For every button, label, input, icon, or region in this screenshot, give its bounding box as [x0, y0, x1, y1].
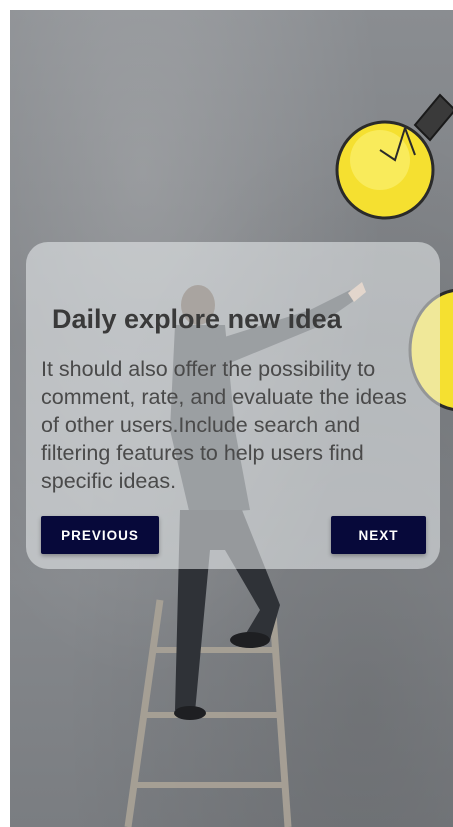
- onboarding-title: Daily explore new idea: [52, 304, 342, 334]
- previous-button[interactable]: PREVIOUS: [41, 516, 159, 554]
- next-button[interactable]: NEXT: [331, 516, 426, 554]
- light-bulb-icon: [335, 93, 453, 220]
- onboarding-screen: Daily explore new idea It should also of…: [0, 0, 453, 827]
- onboarding-description: It should also offer the possibility to …: [41, 357, 407, 493]
